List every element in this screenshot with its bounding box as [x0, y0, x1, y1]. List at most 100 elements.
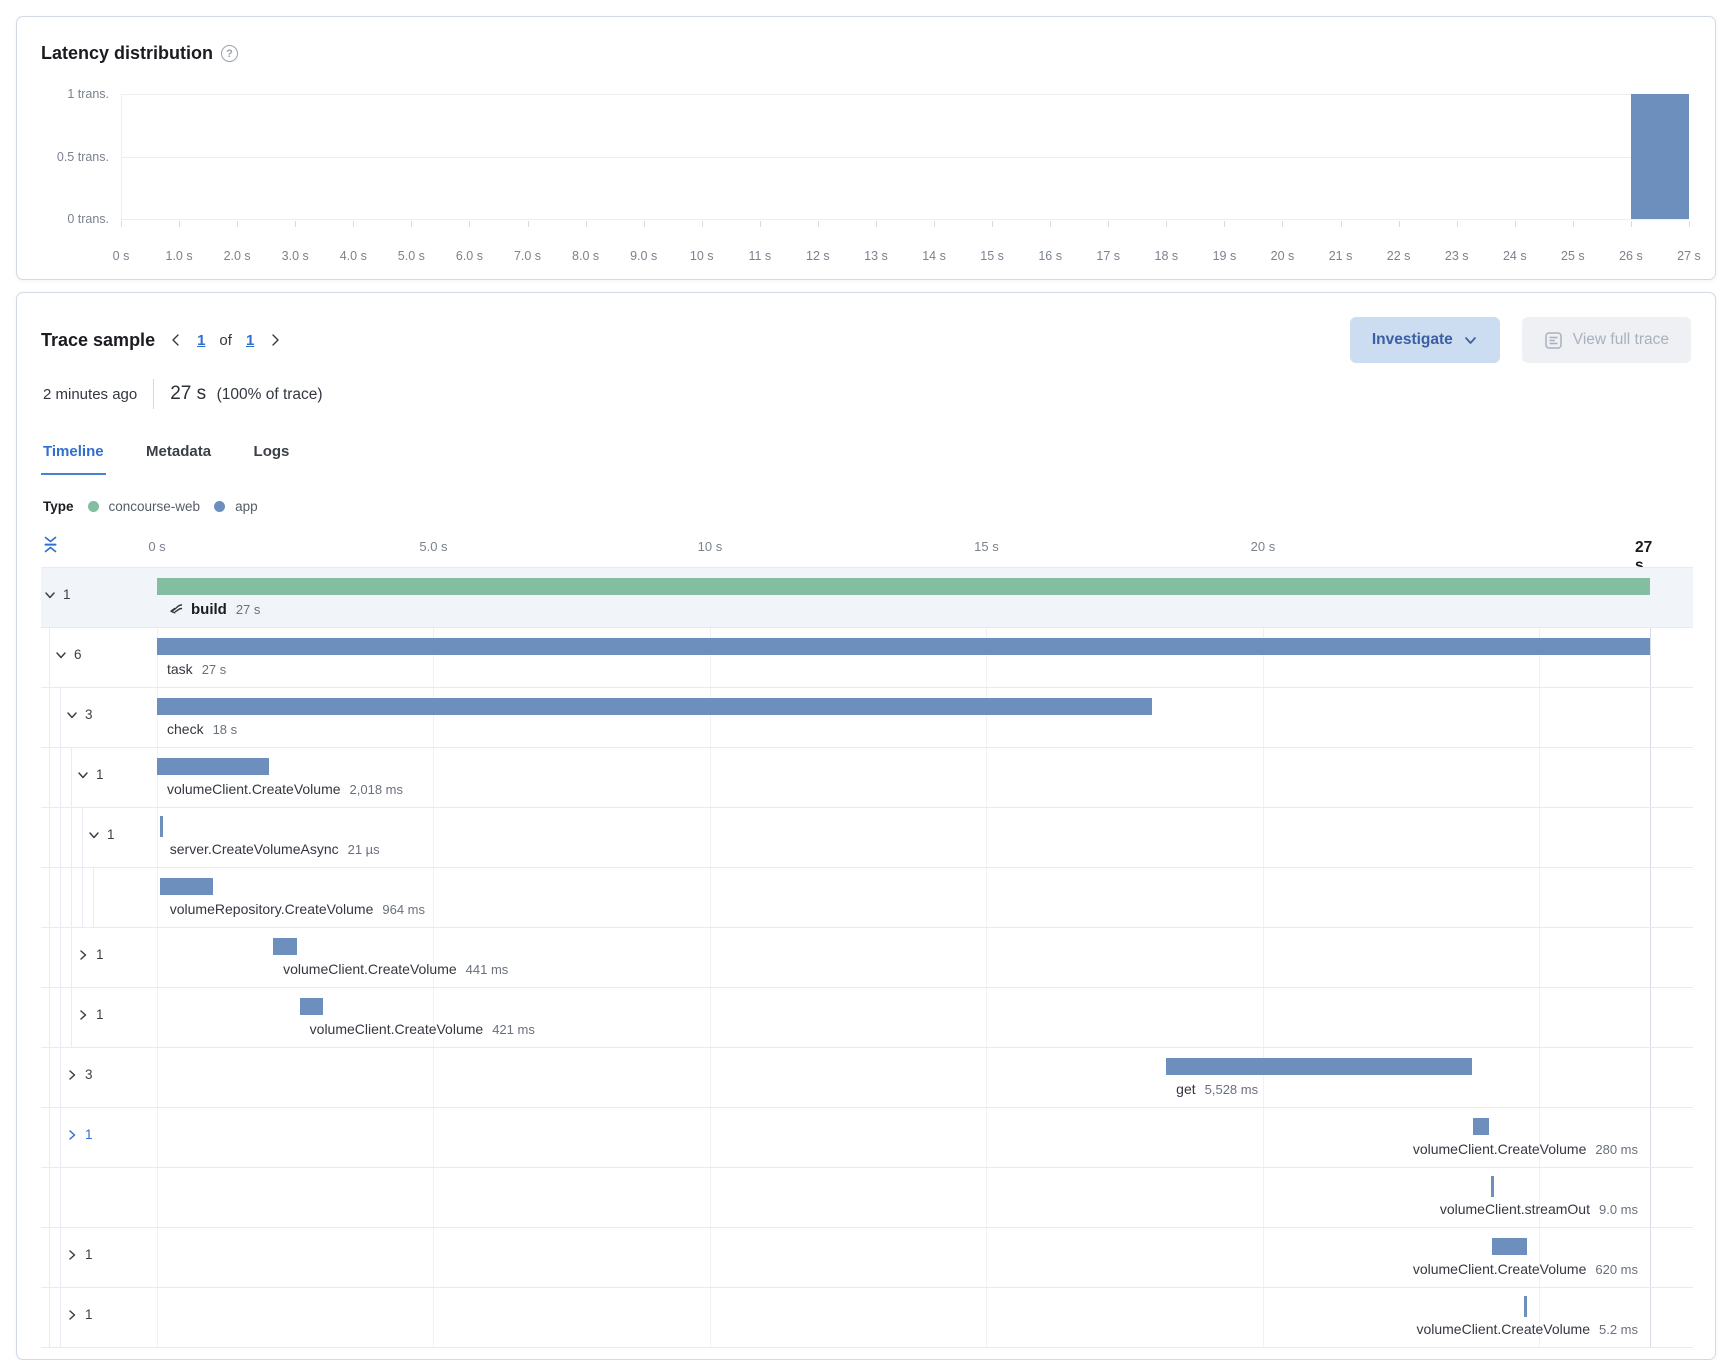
- chevron-right-icon[interactable]: [268, 333, 282, 347]
- span-row[interactable]: 1 volumeClient.CreateVolume2,018 ms: [41, 747, 1693, 807]
- span-label: volumeClient.CreateVolume421 ms: [310, 1021, 535, 1037]
- accordion-toggle-icon[interactable]: 3: [66, 707, 93, 722]
- x-tick: [702, 221, 703, 227]
- span-bar[interactable]: [273, 938, 297, 955]
- x-tick: [1166, 221, 1167, 227]
- span-bar[interactable]: [1166, 1058, 1472, 1075]
- indent-guide: [82, 808, 83, 867]
- collapse-all-icon[interactable]: [41, 535, 60, 557]
- indent-guide: [60, 988, 61, 1047]
- x-tick: [1457, 221, 1458, 227]
- span-bar[interactable]: [300, 998, 323, 1015]
- span-row[interactable]: 1volumeClient.CreateVolume5.2 ms: [41, 1287, 1693, 1347]
- tab-metadata[interactable]: Metadata: [144, 439, 213, 473]
- legend-title: Type: [43, 499, 74, 514]
- accordion-toggle-icon[interactable]: 1: [77, 1007, 104, 1022]
- histogram-bar[interactable]: [1631, 94, 1689, 219]
- span-bar[interactable]: [1473, 1118, 1488, 1135]
- x-tick: [760, 221, 761, 227]
- x-axis-label: 17 s: [1096, 249, 1120, 263]
- trace-timestamp: 2 minutes ago: [43, 386, 137, 403]
- span-row[interactable]: 1volumeClient.CreateVolume620 ms: [41, 1227, 1693, 1287]
- indent-guide: [60, 1108, 61, 1167]
- span-row[interactable]: 1server.CreateVolumeAsync21 µs: [41, 807, 1693, 867]
- latency-histogram: 1 trans.0.5 trans.0 trans.0 s1.0 s2.0 s3…: [17, 17, 1715, 279]
- span-row[interactable]: 6task27 s: [41, 627, 1693, 687]
- tab-logs[interactable]: Logs: [252, 439, 292, 473]
- x-tick: [876, 221, 877, 227]
- child-count: 1: [96, 947, 104, 962]
- x-tick: [1282, 221, 1283, 227]
- legend-dot-concourse-web: [88, 501, 99, 512]
- span-row[interactable]: 3check18 s: [41, 687, 1693, 747]
- tab-timeline[interactable]: Timeline: [41, 439, 106, 475]
- span-label: volumeClient.streamOut9.0 ms: [1440, 1201, 1638, 1217]
- span-bar[interactable]: [1491, 1176, 1494, 1197]
- x-tick: [1573, 221, 1574, 227]
- legend-dot-app: [214, 501, 225, 512]
- accordion-toggle-icon[interactable]: 1: [66, 1127, 93, 1142]
- span-label: get 5,528 ms: [1176, 1081, 1258, 1097]
- span-duration: 280 ms: [1595, 1142, 1638, 1157]
- indent-guide: [82, 868, 83, 927]
- span-bar[interactable]: [157, 638, 1650, 655]
- x-axis-label: 11 s: [748, 249, 771, 263]
- span-bar[interactable]: [157, 578, 1650, 595]
- indent-guide: [49, 928, 50, 987]
- pagination-total-link[interactable]: 1: [246, 332, 254, 349]
- span-bar[interactable]: [157, 758, 269, 775]
- accordion-toggle-icon[interactable]: 6: [55, 647, 82, 662]
- accordion-toggle-icon[interactable]: 1: [66, 1247, 93, 1262]
- investigate-button[interactable]: Investigate: [1350, 317, 1500, 363]
- span-row[interactable]: volumeRepository.CreateVolume964 ms: [41, 867, 1693, 927]
- span-row[interactable]: 1volumeClient.CreateVolume441 ms: [41, 927, 1693, 987]
- indent-guide: [60, 1228, 61, 1287]
- accordion-toggle-icon[interactable]: 1: [77, 767, 104, 782]
- span-bar[interactable]: [160, 878, 213, 895]
- span-bar[interactable]: [157, 698, 1152, 715]
- span-label: volumeClient.CreateVolume2,018 ms: [167, 781, 403, 797]
- span-name: get: [1176, 1081, 1195, 1097]
- view-full-trace-button[interactable]: View full trace: [1522, 317, 1691, 363]
- indent-guide: [49, 988, 50, 1047]
- accordion-toggle-icon[interactable]: 3: [66, 1067, 93, 1082]
- indent-guide: [71, 988, 72, 1047]
- span-row[interactable]: 3 get 5,528 ms: [41, 1047, 1693, 1107]
- span-bar[interactable]: [1492, 1238, 1526, 1255]
- span-row[interactable]: volumeClient.streamOut9.0 ms: [41, 1167, 1693, 1227]
- accordion-toggle-icon[interactable]: 1: [77, 947, 104, 962]
- x-tick: [1399, 221, 1400, 227]
- pagination-current-link[interactable]: 1: [197, 332, 205, 349]
- indent-guide: [93, 868, 94, 927]
- indent-guide: [49, 1228, 50, 1287]
- document-icon: [1544, 331, 1563, 350]
- span-duration: 620 ms: [1595, 1262, 1638, 1277]
- x-axis-label: 1.0 s: [166, 249, 193, 263]
- x-axis-label: 10 s: [690, 249, 714, 263]
- waterfall-axis-label: 10 s: [698, 539, 723, 554]
- child-count: 3: [85, 707, 93, 722]
- span-row[interactable]: 1volumeClient.CreateVolume280 ms: [41, 1107, 1693, 1167]
- child-count: 1: [96, 767, 104, 782]
- chevron-left-icon[interactable]: [169, 333, 183, 347]
- child-count: 1: [107, 827, 115, 842]
- span-row[interactable]: 1 volumeClient.CreateVolume421 ms: [41, 987, 1693, 1047]
- span-duration: 5,528 ms: [1205, 1082, 1258, 1097]
- accordion-toggle-icon[interactable]: 1: [44, 587, 71, 602]
- span-bar[interactable]: [160, 816, 163, 837]
- span-row[interactable]: 1 build27 s: [41, 567, 1693, 627]
- indent-guide: [49, 1288, 50, 1347]
- child-count: 1: [85, 1247, 93, 1262]
- y-axis-line: [121, 94, 122, 219]
- x-axis-label: 26 s: [1619, 249, 1643, 263]
- span-label: build27 s: [167, 601, 260, 618]
- waterfall-rows: 1build27 s6task27 s3check18 s1volumeClie…: [41, 567, 1693, 1348]
- x-axis-label: 6.0 s: [456, 249, 483, 263]
- accordion-toggle-icon[interactable]: 1: [66, 1307, 93, 1322]
- x-axis-label: 21 s: [1329, 249, 1353, 263]
- investigate-button-label: Investigate: [1372, 331, 1453, 349]
- x-axis-label: 22 s: [1387, 249, 1411, 263]
- trace-duration: 27 s: [170, 383, 206, 404]
- span-bar[interactable]: [1524, 1296, 1527, 1317]
- accordion-toggle-icon[interactable]: 1: [88, 827, 115, 842]
